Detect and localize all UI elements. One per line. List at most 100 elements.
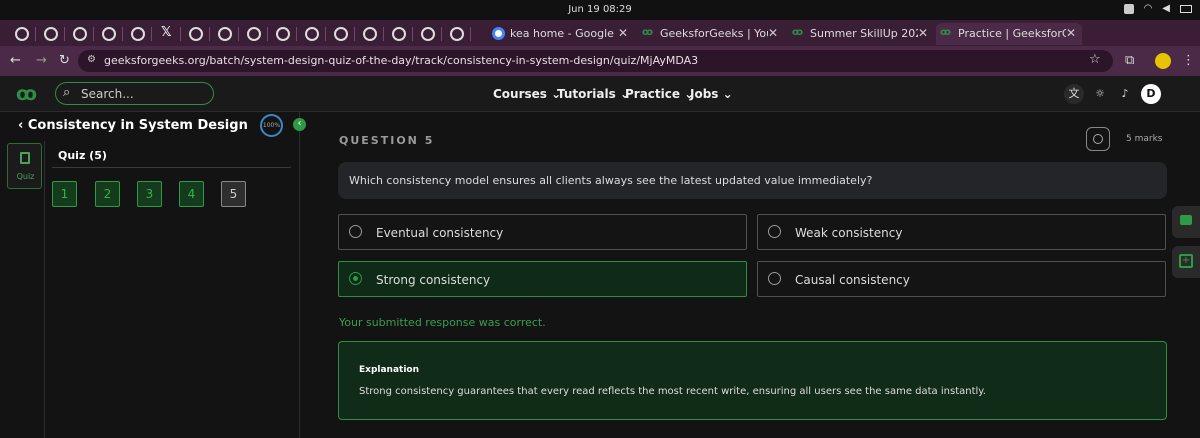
pinned-tab[interactable]	[95, 24, 123, 44]
question-nav-button-current[interactable]: 5	[221, 181, 246, 207]
globe-icon	[276, 27, 290, 41]
globe-icon	[73, 27, 87, 41]
quiz-divider	[52, 167, 291, 168]
theme-sun-icon[interactable]: ☼	[1090, 84, 1110, 104]
system-tray[interactable]: ◠ ◀	[1123, 3, 1192, 14]
collapse-sidebar-button[interactable]: ‹	[293, 118, 306, 131]
option-label: Weak consistency	[795, 226, 903, 240]
chevron-left-icon: ‹	[18, 118, 24, 133]
gfg-logo-icon[interactable]: ꝏ	[16, 83, 37, 105]
pinned-tab[interactable]	[124, 24, 152, 44]
os-top-bar: Jun 19 08:29 ◠ ◀	[0, 0, 1200, 20]
pinned-tab[interactable]	[298, 24, 326, 44]
pinned-tab[interactable]	[240, 24, 268, 44]
clipboard-icon	[20, 152, 30, 164]
google-icon	[492, 27, 505, 40]
pinned-tab[interactable]	[66, 24, 94, 44]
progress-label: 100%	[262, 122, 281, 129]
add-note-fab[interactable]: +	[1172, 246, 1200, 278]
question-nav-button[interactable]: 1	[52, 181, 77, 207]
radio-icon[interactable]	[768, 225, 781, 238]
globe-icon	[131, 27, 145, 41]
reload-icon[interactable]: ↻	[59, 53, 70, 68]
tab-geeksforgeeks-home[interactable]: ꝏ GeeksforGeeks | Your A ✕	[638, 23, 784, 45]
radio-icon[interactable]	[768, 272, 781, 285]
globe-icon	[247, 27, 261, 41]
profile-icon[interactable]	[1155, 53, 1171, 69]
bell-icon[interactable]: ♪	[1115, 84, 1135, 104]
globe-icon	[15, 27, 29, 41]
bookmark-star-icon[interactable]: ☆	[1089, 52, 1101, 67]
browser-toolbar: ← → ↻ ⚙ geeksforgeeks.org/batch/system-d…	[0, 46, 1200, 76]
site-info-icon[interactable]: ⚙	[87, 54, 96, 65]
x-logo-icon: 𝕏	[161, 25, 172, 40]
wifi-icon[interactable]: ◠	[1144, 3, 1153, 14]
option-strong-consistency[interactable]: Strong consistency	[338, 261, 747, 297]
pinned-tab[interactable]	[385, 24, 413, 44]
menu-tutorials[interactable]: Tutorials ⌄	[557, 87, 630, 101]
globe-icon	[450, 27, 464, 41]
radio-icon[interactable]	[349, 225, 362, 238]
back-arrow-icon[interactable]: ←	[10, 53, 21, 68]
option-label: Causal consistency	[795, 273, 910, 287]
radio-selected-icon[interactable]	[349, 272, 362, 285]
pinned-tab[interactable]	[327, 24, 355, 44]
pinned-tab[interactable]	[182, 24, 210, 44]
pinned-tab[interactable]: 𝕏	[153, 24, 181, 44]
tab-summer-skillup[interactable]: ꝏ Summer SkillUp 2026 | G ✕	[788, 23, 934, 45]
address-bar[interactable]: ⚙ geeksforgeeks.org/batch/system-design-…	[78, 50, 1113, 72]
option-causal-consistency[interactable]: Causal consistency	[757, 261, 1166, 297]
course-title-back-link[interactable]: ‹ Consistency in System Design	[18, 118, 248, 133]
close-icon[interactable]: ✕	[618, 26, 628, 40]
edit-icon[interactable]	[1123, 3, 1134, 14]
url-text[interactable]: geeksforgeeks.org/batch/system-design-qu…	[104, 54, 698, 67]
pinned-tab[interactable]	[211, 24, 239, 44]
pinned-tab[interactable]	[414, 24, 442, 44]
menu-kebab-icon[interactable]: ⋮	[1182, 53, 1195, 68]
pinned-tab[interactable]	[356, 24, 384, 44]
menu-jobs[interactable]: Jobs ⌄	[690, 87, 733, 101]
add-note-icon: +	[1179, 254, 1193, 268]
translate-icon[interactable]: 文	[1064, 84, 1084, 104]
menu-practice[interactable]: Practice ⌄	[625, 87, 694, 101]
volume-icon[interactable]: ◀	[1162, 3, 1170, 14]
close-icon[interactable]: ✕	[1066, 26, 1076, 40]
question-text: Which consistency model ensures all clie…	[349, 174, 873, 187]
search-icon: ⌕	[63, 85, 71, 100]
sidebar-tab-quiz[interactable]: Quiz	[7, 143, 42, 189]
globe-icon	[392, 27, 406, 41]
pinned-tab[interactable]	[443, 24, 471, 44]
pinned-tab[interactable]	[8, 24, 36, 44]
browser-tab-strip: 𝕏 kea home - Google Sear ✕ ꝏ GeeksforGee…	[0, 20, 1200, 62]
close-icon[interactable]: ✕	[918, 26, 928, 40]
progress-ring: 100%	[260, 114, 283, 137]
question-nav-button[interactable]: 3	[137, 181, 162, 207]
close-icon[interactable]: ✕	[768, 26, 778, 40]
forward-arrow-icon[interactable]: →	[36, 53, 47, 68]
search-input[interactable]: ⌕ Search...	[55, 82, 214, 105]
question-text-box: Which consistency model ensures all clie…	[338, 162, 1167, 199]
comment-button[interactable]	[1086, 127, 1110, 151]
option-eventual-consistency[interactable]: Eventual consistency	[338, 214, 747, 250]
chat-fab[interactable]	[1172, 206, 1200, 238]
extensions-icon[interactable]: ⧉	[1125, 53, 1134, 68]
tab-practice-active[interactable]: ꝏ Practice | GeeksforGeek ✕	[936, 23, 1082, 45]
battery-icon[interactable]	[1180, 4, 1192, 13]
globe-icon	[421, 27, 435, 41]
tab-label: kea home - Google Sear	[510, 27, 618, 40]
menu-courses[interactable]: Courses ⌄	[493, 87, 561, 101]
sidebar-divider	[44, 141, 45, 438]
option-weak-consistency[interactable]: Weak consistency	[757, 214, 1166, 250]
question-nav-button[interactable]: 2	[95, 181, 120, 207]
pinned-tab[interactable]	[37, 24, 65, 44]
menu-label: Practice	[625, 87, 681, 101]
globe-icon	[334, 27, 348, 41]
globe-icon	[363, 27, 377, 41]
quiz-heading: Quiz (5)	[58, 149, 107, 162]
pinned-tab[interactable]	[269, 24, 297, 44]
tab-google-search[interactable]: kea home - Google Sear ✕	[488, 23, 634, 45]
globe-icon	[44, 27, 58, 41]
question-nav-button[interactable]: 4	[179, 181, 204, 207]
avatar[interactable]: D	[1141, 84, 1161, 104]
tab-label: GeeksforGeeks | Your A	[660, 27, 768, 40]
